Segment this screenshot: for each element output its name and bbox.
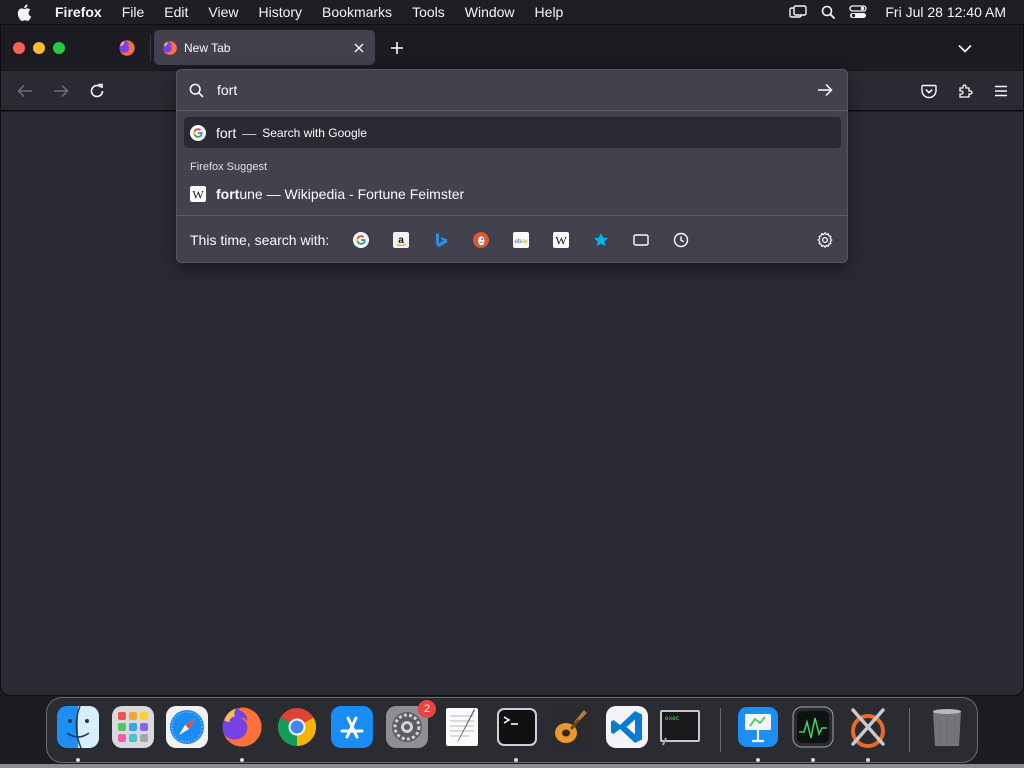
menu-bookmarks[interactable]: Bookmarks — [312, 0, 402, 24]
menu-help[interactable]: Help — [525, 0, 574, 24]
dock-keynote-icon[interactable] — [735, 704, 781, 750]
search-suggestion-wikipedia[interactable]: W fortune — Wikipedia - Fortune Feimster — [184, 178, 841, 209]
wikipedia-result-match: fort — [216, 185, 240, 202]
wikipedia-result-rest: une — Wikipedia - Fortune Feimster — [239, 185, 465, 202]
suggestion-text: fort — [216, 124, 237, 141]
wikipedia-engine-icon[interactable]: W — [545, 224, 577, 256]
menu-window[interactable]: Window — [455, 0, 525, 24]
firefox-icon — [119, 40, 135, 56]
dock-running-dot — [76, 758, 80, 762]
pinned-tab-firefox[interactable] — [108, 31, 146, 65]
search-suggestion-google[interactable]: fort — Search with Google — [184, 117, 841, 148]
tab-title: New Tab — [184, 40, 231, 55]
address-bar[interactable]: fort — [177, 70, 847, 110]
notification-badge: 2 — [418, 700, 436, 718]
svg-text:W: W — [556, 233, 568, 247]
dock-chrome-icon[interactable] — [274, 704, 320, 750]
dock-system-settings-icon[interactable]: 2 — [384, 700, 436, 750]
tab-strip: New Tab — [1, 25, 1023, 71]
menu-file[interactable]: File — [112, 0, 155, 24]
go-arrow-icon[interactable] — [813, 78, 837, 102]
new-tab-plus-icon[interactable] — [385, 36, 409, 60]
dock-instruments-icon[interactable] — [845, 704, 891, 750]
wikipedia-icon: W — [190, 185, 206, 202]
history-clock-icon[interactable] — [665, 224, 697, 256]
menu-view[interactable]: View — [198, 0, 248, 24]
dock-script-editor-icon[interactable]: exec — [657, 704, 703, 750]
address-bar-popup: fort fort — Search with Google Firefox S… — [176, 69, 848, 263]
menu-app-name[interactable]: Firefox — [51, 0, 112, 24]
dock-firefox-icon[interactable] — [219, 704, 265, 750]
close-tab-icon[interactable] — [347, 36, 371, 60]
menu-history[interactable]: History — [248, 0, 312, 24]
tab-separator — [150, 35, 151, 61]
svg-text:a: a — [398, 235, 404, 246]
ebay-engine-icon[interactable]: ebay — [505, 224, 537, 256]
dock-garageband-icon[interactable] — [549, 704, 595, 750]
bing-engine-icon[interactable] — [425, 224, 457, 256]
one-off-label: This time, search with: — [190, 231, 330, 248]
dock-running-dot — [240, 758, 244, 762]
window-zoom-button[interactable] — [53, 42, 65, 54]
dock-terminal-icon[interactable] — [494, 704, 540, 750]
reload-icon[interactable] — [85, 79, 109, 103]
dock-running-dot — [811, 758, 815, 762]
google-engine-icon[interactable] — [345, 224, 377, 256]
extensions-puzzle-icon[interactable] — [953, 79, 977, 103]
dock-running-dot — [866, 758, 870, 762]
list-all-tabs-chevron-icon[interactable] — [953, 36, 977, 60]
dock-divider — [720, 708, 721, 752]
pocket-icon[interactable] — [917, 79, 941, 103]
dock-vscode-icon[interactable] — [604, 704, 650, 750]
forward-arrow-icon[interactable] — [49, 79, 73, 103]
search-icon — [189, 83, 207, 98]
dock-safari-icon[interactable] — [164, 704, 210, 750]
menu-edit[interactable]: Edit — [154, 0, 198, 24]
dock-launchpad-icon[interactable] — [110, 704, 156, 750]
svg-text:W: W — [192, 187, 204, 201]
dock-trash-icon[interactable] — [924, 704, 970, 750]
dock-app-store-icon[interactable] — [329, 704, 375, 750]
control-center-icon[interactable] — [843, 0, 873, 24]
apple-menu-icon[interactable] — [17, 3, 39, 21]
dock: 2 exec — [46, 697, 978, 763]
duckduckgo-engine-icon[interactable] — [465, 224, 497, 256]
divider — [177, 110, 847, 111]
dock-textedit-icon[interactable] — [439, 704, 485, 750]
back-arrow-icon[interactable] — [13, 79, 37, 103]
svg-text:exec: exec — [665, 715, 680, 722]
dock-finder-icon[interactable] — [55, 704, 101, 750]
one-off-search-buttons: This time, search with: a ebay W — [177, 216, 847, 263]
address-input-text[interactable]: fort — [217, 82, 813, 98]
app-menu-hamburger-icon[interactable] — [989, 79, 1013, 103]
wikipedia-result-title: fortune — Wikipedia - Fortune Feimster — [216, 186, 464, 202]
amazon-engine-icon[interactable]: a — [385, 224, 417, 256]
spotlight-search-icon[interactable] — [813, 0, 843, 24]
menu-clock[interactable]: Fri Jul 28 12:40 AM — [885, 4, 1006, 20]
google-icon — [190, 124, 206, 141]
suggestion-action: Search with Google — [262, 125, 367, 140]
tab-new-tab[interactable]: New Tab — [154, 30, 375, 65]
menu-bar: Firefox File Edit View History Bookmarks… — [0, 0, 1024, 24]
tabs-icon[interactable] — [625, 224, 657, 256]
bookmarks-star-icon[interactable] — [585, 224, 617, 256]
window-minimize-button[interactable] — [33, 42, 45, 54]
screen-mirroring-icon[interactable] — [783, 0, 813, 24]
dock-running-dot — [756, 758, 760, 762]
search-settings-gear-icon[interactable] — [811, 226, 839, 254]
menu-tools[interactable]: Tools — [402, 0, 455, 24]
firefox-suggest-heading: Firefox Suggest — [190, 161, 268, 173]
dock-running-dot — [514, 758, 518, 762]
window-close-button[interactable] — [13, 42, 25, 54]
desktop-edge — [0, 764, 1024, 768]
suggestion-separator: — — [242, 124, 257, 141]
dock-activity-monitor-icon[interactable] — [790, 704, 836, 750]
dock-divider — [909, 708, 910, 752]
firefox-icon — [163, 40, 177, 55]
